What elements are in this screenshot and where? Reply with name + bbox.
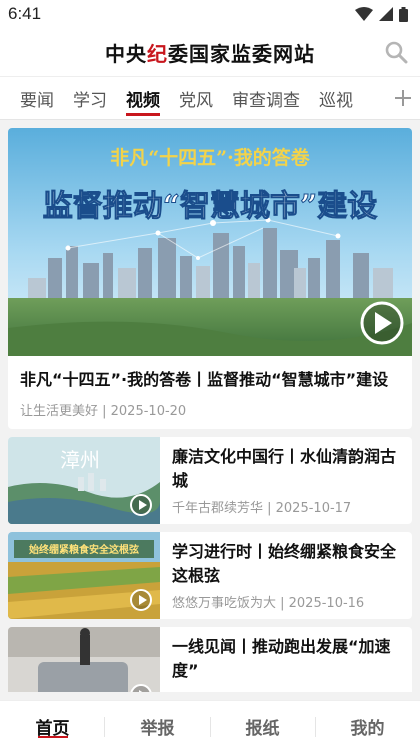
article-thumb-text: 漳州 (60, 448, 100, 472)
play-icon[interactable] (360, 301, 404, 345)
hero-card[interactable]: 非凡“十四五”·我的答卷 监督推动“智慧城市”建设 非凡“十四五”·我的答卷丨监… (8, 128, 412, 429)
signal-icon (379, 7, 393, 21)
tab-5[interactable]: 巡视 (319, 77, 353, 119)
app-title: 中央纪委国家监委网站 (105, 38, 315, 67)
tab-3[interactable]: 党风 (179, 77, 213, 119)
hero-image: 非凡“十四五”·我的答卷 监督推动“智慧城市”建设 (8, 128, 412, 356)
bottom-nav-item-1[interactable]: 举报 (105, 701, 210, 752)
app-title-highlight: 纪 (147, 41, 168, 66)
search-icon[interactable] (384, 40, 408, 64)
article-thumbnail: 漳州 (8, 437, 160, 524)
hero-meta: 让生活更美好 | 2025-10-20 (20, 404, 187, 419)
article-text: 学习进行时丨始终绷紧粮食安全这根弦 悠悠万事吃饭为大 | 2025-10-16 (160, 532, 412, 619)
tab-list: 要闻 学习 视频 党风 审查调查 巡视 (0, 77, 386, 119)
hero-banner-line-1: 非凡“十四五”·我的答卷 (110, 146, 310, 169)
article-meta: 悠悠万事吃饭为大 | 2025-10-16 (172, 596, 365, 611)
article-thumbnail: 始终绷紧粮食安全这根弦 (8, 532, 160, 619)
article-title[interactable]: 学习进行时丨始终绷紧粮食安全这根弦 (172, 540, 400, 588)
bottom-nav-item-0[interactable]: 首页 (0, 701, 105, 752)
tab-4[interactable]: 审查调查 (232, 77, 300, 119)
app-title-part-1: 中央 (105, 41, 147, 66)
status-time: 6:41 (8, 4, 42, 23)
article-text: 一线见闻丨推动跑出发展“加速度” 2025-10-16 (160, 627, 412, 692)
article-card[interactable]: 一线见闻丨推动跑出发展“加速度” 2025-10-16 (8, 627, 412, 692)
article-title[interactable]: 一线见闻丨推动跑出发展“加速度” (172, 635, 400, 683)
tab-0[interactable]: 要闻 (20, 77, 54, 119)
article-meta: 千年古郡续芳华 | 2025-10-17 (172, 501, 352, 516)
play-icon[interactable] (130, 494, 152, 516)
bottom-nav-item-2[interactable]: 报纸 (210, 701, 315, 752)
article-meta: 2025-10-16 (172, 691, 400, 692)
status-icons (355, 6, 408, 22)
plus-icon (395, 90, 411, 106)
tab-1[interactable]: 学习 (73, 77, 107, 119)
channel-tabs: 要闻 学习 视频 党风 审查调查 巡视 (0, 76, 420, 120)
app-header: 中央纪委国家监委网站 (0, 28, 420, 76)
bottom-nav-item-3[interactable]: 我的 (315, 701, 420, 752)
bottom-nav: 首页 举报 报纸 我的 (0, 700, 420, 752)
app-title-part-2: 委国家监委网站 (168, 41, 315, 66)
article-card[interactable]: 漳州 廉洁文化中国行丨水仙清韵润古城 千年古郡续芳华 | 2025-10-17 (8, 437, 412, 524)
hero-text: 非凡“十四五”·我的答卷丨监督推动“智慧城市”建设 让生活更美好 | 2025-… (8, 356, 412, 429)
article-title[interactable]: 廉洁文化中国行丨水仙清韵润古城 (172, 445, 400, 493)
hero-title[interactable]: 非凡“十四五”·我的答卷丨监督推动“智慧城市”建设 (20, 368, 400, 392)
article-thumbnail (8, 627, 160, 692)
play-icon[interactable] (130, 589, 152, 611)
hero-cityscape-illustration: 非凡“十四五”·我的答卷 监督推动“智慧城市”建设 (8, 128, 412, 356)
article-thumb-text: 始终绷紧粮食安全这根弦 (29, 543, 139, 556)
wifi-icon (355, 7, 373, 21)
add-channel-button[interactable] (386, 77, 420, 119)
battery-icon (399, 6, 408, 22)
status-bar: 6:41 (0, 0, 420, 28)
hero-banner-line-2: 监督推动“智慧城市”建设 (43, 189, 378, 224)
article-text: 廉洁文化中国行丨水仙清韵润古城 千年古郡续芳华 | 2025-10-17 (160, 437, 412, 524)
video-feed: 非凡“十四五”·我的答卷 监督推动“智慧城市”建设 非凡“十四五”·我的答卷丨监… (0, 120, 420, 692)
article-card[interactable]: 始终绷紧粮食安全这根弦 学习进行时丨始终绷紧粮食安全这根弦 悠悠万事吃饭为大 |… (8, 532, 412, 619)
tab-2[interactable]: 视频 (126, 77, 160, 119)
